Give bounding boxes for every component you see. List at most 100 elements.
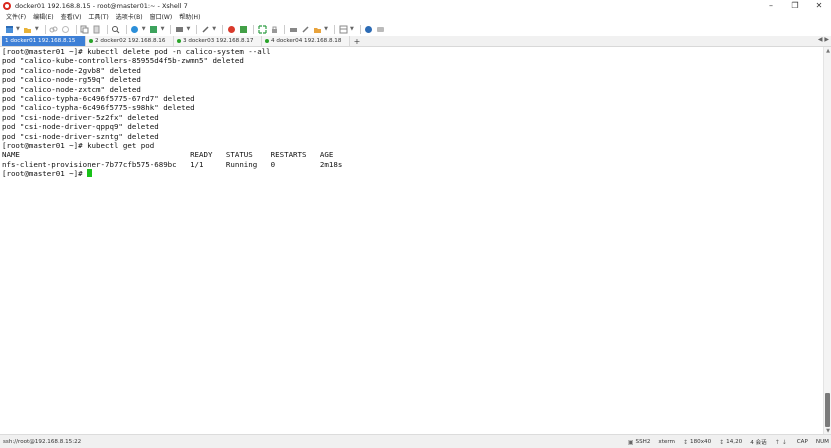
- toolbar-divider: [222, 24, 224, 34]
- disconnect-icon[interactable]: [61, 24, 71, 34]
- terminal-line: NAME READY STATUS RESTARTS AGE: [2, 150, 334, 160]
- fullscreen-icon[interactable]: [257, 24, 267, 34]
- menu-edit[interactable]: 编辑(E): [33, 12, 53, 21]
- cursor-position-indicator: ↕ 14,20: [719, 439, 742, 446]
- terminal-size-label: 180x40: [690, 439, 712, 445]
- link-icon[interactable]: [49, 24, 59, 34]
- toolbar-divider: [284, 24, 286, 34]
- new-session-icon[interactable]: [4, 24, 14, 34]
- chevron-down-icon[interactable]: ▼: [142, 26, 146, 32]
- scrollbar-thumb[interactable]: [825, 393, 830, 427]
- layout-icon[interactable]: [338, 24, 348, 34]
- chevron-down-icon[interactable]: ▼: [324, 26, 328, 32]
- toolbar-divider: [106, 24, 108, 34]
- terminal-size-indicator: ↕ 180x40: [683, 439, 711, 446]
- terminal-line: pod "calico-kube-controllers-85955d4f5b-…: [2, 56, 244, 66]
- tab-docker03[interactable]: 3 docker03 192.168.8.17: [174, 36, 262, 46]
- shell-prompt: [root@master01 ~]#: [2, 169, 88, 179]
- pencil-icon[interactable]: [300, 24, 310, 34]
- toolbar-divider: [170, 24, 172, 34]
- scroll-down-icon[interactable]: ▼: [824, 427, 831, 434]
- connected-status-icon: [89, 39, 93, 43]
- transfer-icon[interactable]: [238, 24, 248, 34]
- terminal-scrollbar[interactable]: ▲ ▼: [823, 47, 831, 434]
- num-label: NUM: [815, 439, 829, 445]
- chevron-down-icon[interactable]: ▼: [161, 26, 165, 32]
- terminal-cursor: [87, 169, 93, 178]
- terminal-line: pod "csi-node-driver-szntg" deleted: [2, 131, 159, 141]
- protocol-indicator: ▣ SSH2: [628, 439, 651, 446]
- window-title: docker01 192.168.8.15 - root@master01:~ …: [15, 1, 188, 10]
- menu-window[interactable]: 窗口(W): [150, 12, 173, 21]
- num-lock-indicator: NUM: [816, 439, 829, 445]
- tab-label: 2 docker02 192.168.8.16: [95, 38, 166, 44]
- chat-icon[interactable]: [376, 24, 386, 34]
- tab-label: 3 docker03 192.168.8.17: [183, 38, 254, 44]
- compose-icon[interactable]: [174, 24, 184, 34]
- paste-icon[interactable]: [92, 24, 102, 34]
- terminal-line: pod "calico-typha-6c496f5775-67rd7" dele…: [2, 93, 195, 103]
- xshell-app-icon[interactable]: [3, 1, 11, 10]
- session-tab-strip: 1 docker01 192.168.8.15 2 docker02 192.1…: [0, 36, 831, 47]
- menu-help[interactable]: 帮助(H): [179, 12, 200, 21]
- toolbar-divider: [196, 24, 198, 34]
- connection-address: ssh://root@192.168.8.15:22: [3, 438, 82, 445]
- globe-icon[interactable]: [130, 24, 140, 34]
- close-button[interactable]: ✕: [807, 0, 831, 11]
- copy-icon[interactable]: [80, 24, 90, 34]
- caps-lock-indicator: CAP: [797, 439, 808, 445]
- terminal-line: pod "calico-node-2gvb8" deleted: [2, 65, 141, 75]
- tab-label: 4 docker04 192.168.8.18: [271, 38, 342, 44]
- toolbar-divider: [125, 24, 127, 34]
- help-icon[interactable]: [364, 24, 374, 34]
- menu-view[interactable]: 查看(V): [61, 12, 82, 21]
- minimize-button[interactable]: –: [759, 0, 783, 11]
- toolbar: ▼ ▼ ▼ ▼ ▼ ▼ ▼ ▼: [0, 22, 831, 36]
- chevron-down-icon[interactable]: ▼: [186, 26, 190, 32]
- cursor-position-label: 14,20: [726, 439, 743, 445]
- open-folder-icon[interactable]: [23, 24, 33, 34]
- xftp-icon[interactable]: [226, 24, 236, 34]
- terminal-output[interactable]: [root@master01 ~]# kubectl delete pod -n…: [0, 47, 822, 434]
- toolbar-divider: [44, 24, 46, 34]
- status-bar: ssh://root@192.168.8.15:22 ▣ SSH2 xterm ↕…: [0, 434, 831, 448]
- lock-icon[interactable]: [269, 24, 279, 34]
- terminal-line: pod "csi-node-driver-5z2fx" deleted: [2, 112, 159, 122]
- terminal-line: pod "calico-node-rg59q" deleted: [2, 75, 141, 85]
- caps-label: CAP: [796, 439, 808, 445]
- menu-file[interactable]: 文件(F): [6, 12, 26, 21]
- scroll-up-icon[interactable]: ▲: [824, 47, 831, 54]
- folder-options-icon[interactable]: [312, 24, 322, 34]
- tab-docker01[interactable]: 1 docker01 192.168.8.15: [2, 36, 86, 46]
- position-icon: ↕: [719, 438, 725, 446]
- resize-icon: ↕: [683, 438, 689, 446]
- arrow-down-icon: ↓: [781, 438, 787, 446]
- terminal-line: pod "csi-node-driver-qppq9" deleted: [2, 122, 159, 132]
- menu-tabs[interactable]: 选项卡(B): [116, 12, 143, 21]
- tab-docker04[interactable]: 4 docker04 192.168.8.18: [262, 36, 350, 46]
- chevron-down-icon[interactable]: ▼: [212, 26, 216, 32]
- chevron-down-icon[interactable]: ▼: [16, 26, 20, 32]
- maximize-button[interactable]: ❐: [783, 0, 807, 11]
- terminal-type-label: xterm: [658, 439, 675, 445]
- status-indicators: ▣ SSH2 xterm ↕ 180x40 ↕ 14,20 4 会话 ↑ ↓ CAP N…: [620, 435, 829, 448]
- toolbar-divider: [75, 24, 77, 34]
- menu-tools[interactable]: 工具(T): [88, 12, 108, 21]
- chevron-down-icon[interactable]: ▼: [35, 26, 39, 32]
- title-bar: docker01 192.168.8.15 - root@master01:~ …: [0, 0, 831, 11]
- protocol-label: SSH2: [635, 439, 651, 445]
- font-icon[interactable]: [149, 24, 159, 34]
- terminal-prompt-line[interactable]: [root@master01 ~]#: [0, 169, 822, 178]
- script-icon[interactable]: [200, 24, 210, 34]
- keyboard-icon[interactable]: [288, 24, 298, 34]
- tab-docker02[interactable]: 2 docker02 192.168.8.16: [86, 36, 174, 46]
- add-tab-button[interactable]: +: [352, 36, 362, 46]
- search-icon[interactable]: [111, 24, 121, 34]
- tab-label: 1 docker01 192.168.8.15: [5, 38, 76, 44]
- toolbar-divider: [253, 24, 255, 34]
- chevron-down-icon[interactable]: ▼: [350, 26, 354, 32]
- connected-status-icon: [265, 39, 269, 43]
- toolbar-divider: [359, 24, 361, 34]
- terminal-type-indicator: xterm: [658, 439, 675, 445]
- tab-nav-arrows[interactable]: ◀ ▶: [818, 36, 829, 43]
